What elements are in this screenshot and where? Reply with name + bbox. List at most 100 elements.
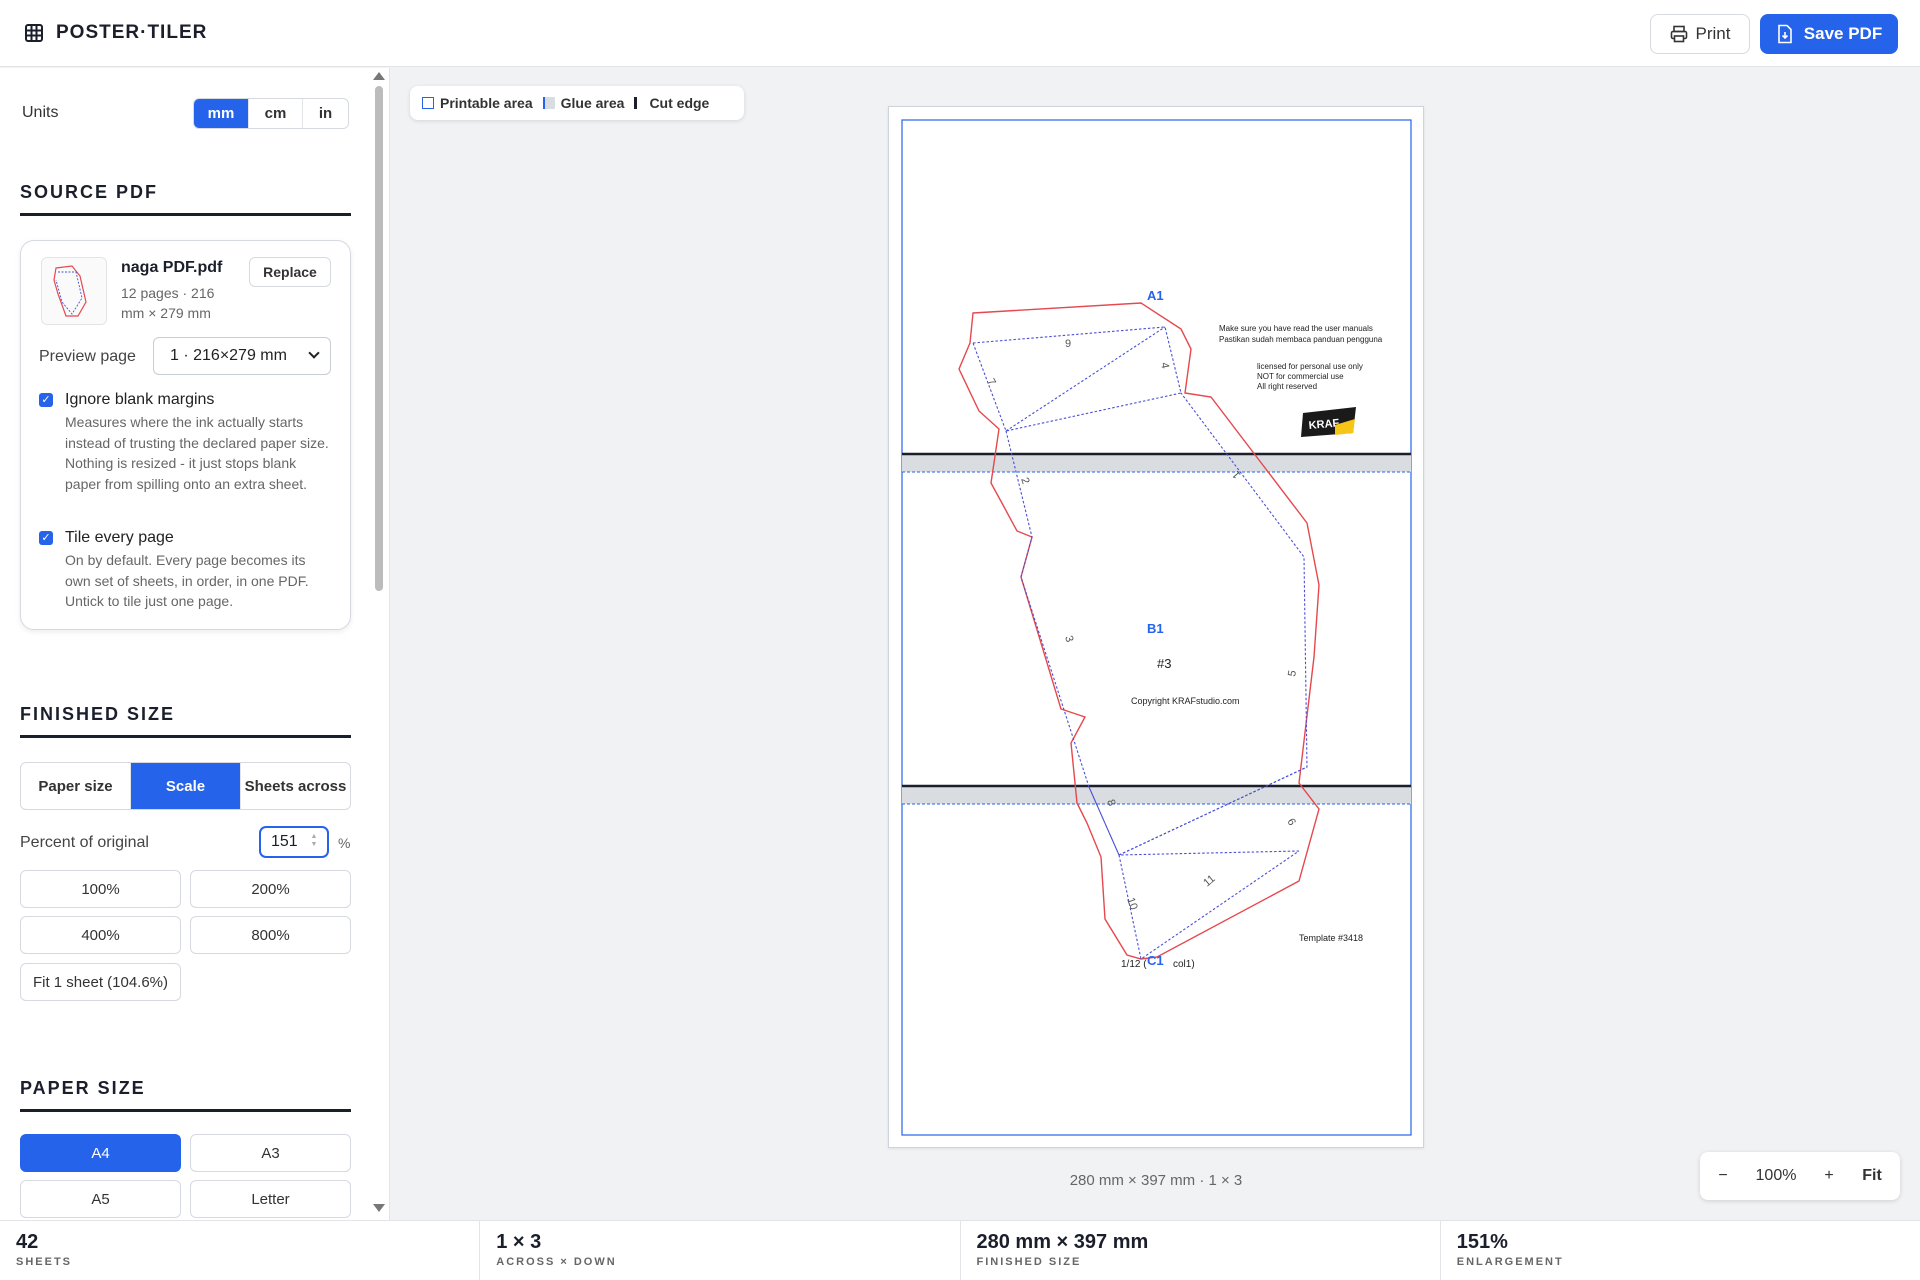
fit-one-sheet-button[interactable]: Fit 1 sheet (104.6%) [20, 963, 181, 1001]
finished-size-mode-tabs: Paper size Scale Sheets across [20, 762, 351, 810]
printer-icon [1670, 25, 1687, 43]
save-pdf-label: Save PDF [1803, 24, 1883, 43]
fold-number: 4 [1158, 361, 1171, 369]
stat-value: 1 × 3 [496, 1231, 542, 1253]
paper-a4-button[interactable]: A4 [20, 1134, 181, 1172]
stat-label: ACROSS × DOWN [496, 1256, 617, 1268]
preset-800-button[interactable]: 800% [190, 916, 351, 954]
scroll-up-arrow[interactable] [373, 72, 385, 80]
print-button[interactable]: Print [1650, 14, 1750, 54]
preview-legend: Printable area Glue area Cut edge [410, 86, 744, 120]
pdf-thumbnail [41, 257, 107, 325]
ignore-margins-description: Measures where the ink actually starts i… [65, 414, 329, 492]
app-title: POSTER·TILER [56, 22, 208, 43]
units-cm-button[interactable]: cm [249, 99, 303, 128]
zoom-controls: − 100% + Fit [1700, 1152, 1900, 1200]
preset-400-button[interactable]: 400% [20, 916, 181, 954]
ignore-margins-checkbox[interactable]: ✓ [39, 393, 53, 407]
stat-sheets: 42 SHEETS [0, 1221, 481, 1280]
tile-every-page-checkbox[interactable]: ✓ [39, 531, 53, 545]
tab-paper-size[interactable]: Paper size [21, 763, 131, 809]
settings-sidebar: Units mm cm in SOURCE PDF naga PDF.pdf 1… [0, 68, 390, 1220]
paper-a3-button[interactable]: A3 [190, 1134, 351, 1172]
app-header: POSTER·TILER Print Save PDF [0, 0, 1920, 67]
fold-lines [972, 326, 1308, 960]
stepper-arrows-icon[interactable]: ▲ ▼ [309, 833, 319, 851]
fold-number: 6 [1284, 817, 1297, 828]
stat-label: ENLARGEMENT [1456, 1256, 1564, 1268]
glue-area-strip [902, 455, 1411, 472]
preview-page-select[interactable]: 1 · 216×279 mm [153, 337, 331, 375]
ignore-margins-label: Ignore blank margins [65, 391, 215, 408]
grid-icon [25, 24, 43, 42]
percent-label: Percent of original [20, 834, 149, 851]
source-pdf-heading: SOURCE PDF [20, 182, 159, 202]
stat-across-down: 1 × 3 ACROSS × DOWN [480, 1221, 961, 1280]
print-label: Print [1695, 24, 1731, 43]
legend-glue-label: Glue area [560, 95, 625, 111]
stat-label: FINISHED SIZE [976, 1256, 1082, 1268]
file-download-icon [1777, 24, 1792, 44]
preset-200-button[interactable]: 200% [190, 870, 351, 908]
percent-input[interactable]: 151 ▲ ▼ [259, 826, 329, 858]
units-in-button[interactable]: in [303, 99, 348, 128]
summary-bar: 42 SHEETS 1 × 3 ACROSS × DOWN 280 mm × 3… [0, 1220, 1920, 1280]
finished-size-heading: FINISHED SIZE [20, 704, 176, 724]
preview-page-value: 1 · 216×279 mm [170, 347, 287, 364]
tile-every-page-description: On by default. Every page becomes its ow… [65, 552, 309, 609]
tile-label-b1: B1 [1147, 621, 1164, 636]
notice-line: Pastikan sudah membaca panduan pengguna [1219, 335, 1383, 344]
license-line: licensed for personal use only [1257, 362, 1363, 371]
page-reference-tail: col1) [1173, 959, 1195, 970]
stat-value: 151% [1456, 1231, 1508, 1253]
paper-letter-button[interactable]: Letter [190, 1180, 351, 1218]
printable-swatch-icon [422, 97, 434, 109]
kraf-logo: KRAF [1301, 407, 1356, 437]
percent-value: 151 [271, 833, 298, 850]
cut-swatch-icon [634, 97, 638, 109]
glue-swatch-icon [542, 97, 555, 109]
zoom-level: 100% [1755, 1167, 1797, 1184]
tile-every-page-label: Tile every page [65, 529, 174, 546]
stat-label: SHEETS [16, 1256, 73, 1268]
glue-area-strip [902, 787, 1411, 804]
zoom-out-button[interactable]: − [1700, 1167, 1746, 1185]
cut-outline [958, 302, 1320, 960]
preset-100-button[interactable]: 100% [20, 870, 181, 908]
scroll-down-arrow[interactable] [373, 1204, 385, 1212]
legend-glue: Glue area [542, 95, 625, 111]
page-reference: 1/12 ( [1121, 959, 1147, 970]
units-label: Units [22, 104, 59, 121]
paper-a5-button[interactable]: A5 [20, 1180, 181, 1218]
license-line: NOT for commercial use [1257, 372, 1344, 381]
copyright-text: Copyright KRAFstudio.com [1131, 696, 1240, 706]
stat-value: 42 [16, 1231, 39, 1253]
fold-number: 3 [1062, 634, 1075, 644]
file-meta: 12 pages · 216 mm × 279 mm [121, 285, 215, 321]
section-divider [20, 213, 351, 216]
sheet-preview: 9 4 7 1 2 3 5 8 6 10 11 A1 B1 C1 Make su… [888, 106, 1424, 1148]
brand: POSTER·TILER [24, 22, 207, 44]
units-mm-button[interactable]: mm [194, 99, 249, 128]
template-number: Template #3418 [1299, 933, 1363, 943]
save-pdf-button[interactable]: Save PDF [1760, 14, 1898, 54]
stat-finished-size: 280 mm × 397 mm FINISHED SIZE [961, 1221, 1441, 1280]
paper-size-heading: PAPER SIZE [20, 1078, 146, 1098]
legend-printable: Printable area [422, 95, 533, 111]
zoom-in-button[interactable]: + [1806, 1167, 1852, 1185]
section-divider [20, 1109, 351, 1112]
notice-line: Make sure you have read the user manuals [1219, 324, 1373, 333]
tab-scale[interactable]: Scale [131, 763, 241, 809]
replace-button[interactable]: Replace [249, 257, 331, 287]
stat-value: 280 mm × 397 mm [976, 1231, 1149, 1253]
tab-sheets-across[interactable]: Sheets across [241, 763, 350, 809]
fold-number: 11 [1201, 873, 1217, 890]
file-name: naga PDF.pdf [121, 259, 223, 276]
chevron-down-icon [308, 347, 320, 359]
fold-number: 9 [1065, 338, 1071, 350]
sidebar-scrollbar-thumb[interactable] [375, 86, 383, 591]
legend-cut: Cut edge [634, 95, 709, 111]
tile-label-a1: A1 [1147, 288, 1164, 303]
source-file-card: naga PDF.pdf 12 pages · 216 mm × 279 mm … [20, 240, 351, 630]
zoom-fit-button[interactable]: Fit [1852, 1167, 1892, 1185]
